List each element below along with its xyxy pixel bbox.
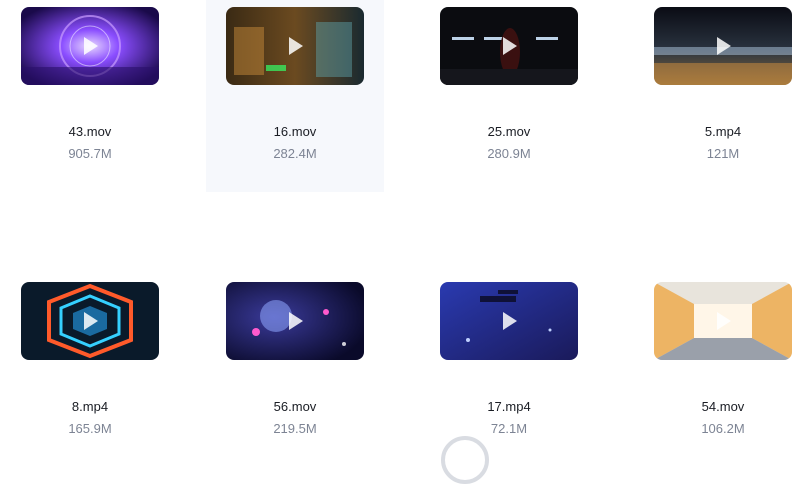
file-size: 106.2M <box>701 421 745 436</box>
play-icon <box>289 37 303 55</box>
file-size: 121M <box>706 146 740 161</box>
play-icon <box>289 312 303 330</box>
file-name: 16.mov <box>273 124 317 139</box>
file-size: 219.5M <box>273 421 317 436</box>
video-thumbnail[interactable] <box>654 7 792 85</box>
file-name: 54.mov <box>701 399 745 414</box>
file-size: 280.9M <box>487 146 531 161</box>
play-icon <box>717 37 731 55</box>
file-name: 8.mp4 <box>71 399 109 414</box>
play-icon <box>84 37 98 55</box>
video-card[interactable]: 25.mov 280.9M <box>420 0 598 192</box>
file-name: 25.mov <box>487 124 531 139</box>
video-thumbnail[interactable] <box>440 7 578 85</box>
file-size: 72.1M <box>490 421 528 436</box>
video-thumbnail[interactable] <box>226 282 364 360</box>
play-icon <box>503 37 517 55</box>
video-thumbnail[interactable] <box>440 282 578 360</box>
play-icon <box>717 312 731 330</box>
file-size: 905.7M <box>68 146 112 161</box>
video-thumbnail[interactable] <box>226 7 364 85</box>
video-card[interactable]: 5.mp4 121M <box>634 0 800 192</box>
video-card[interactable]: 43.mov 905.7M <box>1 0 179 192</box>
video-card[interactable]: 56.mov 219.5M <box>206 275 384 443</box>
video-card[interactable]: 8.mp4 165.9M <box>1 275 179 443</box>
video-thumbnail[interactable] <box>21 7 159 85</box>
file-name: 5.mp4 <box>704 124 742 139</box>
video-card[interactable]: 54.mov 106.2M <box>634 275 800 443</box>
play-icon <box>503 312 517 330</box>
video-card[interactable]: 17.mp4 72.1M <box>420 275 598 443</box>
video-card[interactable]: 16.mov 282.4M <box>206 0 384 192</box>
file-name: 56.mov <box>273 399 317 414</box>
video-thumbnail[interactable] <box>21 282 159 360</box>
video-thumbnail[interactable] <box>654 282 792 360</box>
loading-spinner-icon <box>441 436 489 484</box>
video-grid: 43.mov 905.7M 16.mov 282.4M 25.mov 280.9… <box>0 0 800 443</box>
file-size: 282.4M <box>273 146 317 161</box>
play-icon <box>84 312 98 330</box>
file-name: 43.mov <box>68 124 112 139</box>
file-size: 165.9M <box>68 421 112 436</box>
file-name: 17.mp4 <box>487 399 531 414</box>
